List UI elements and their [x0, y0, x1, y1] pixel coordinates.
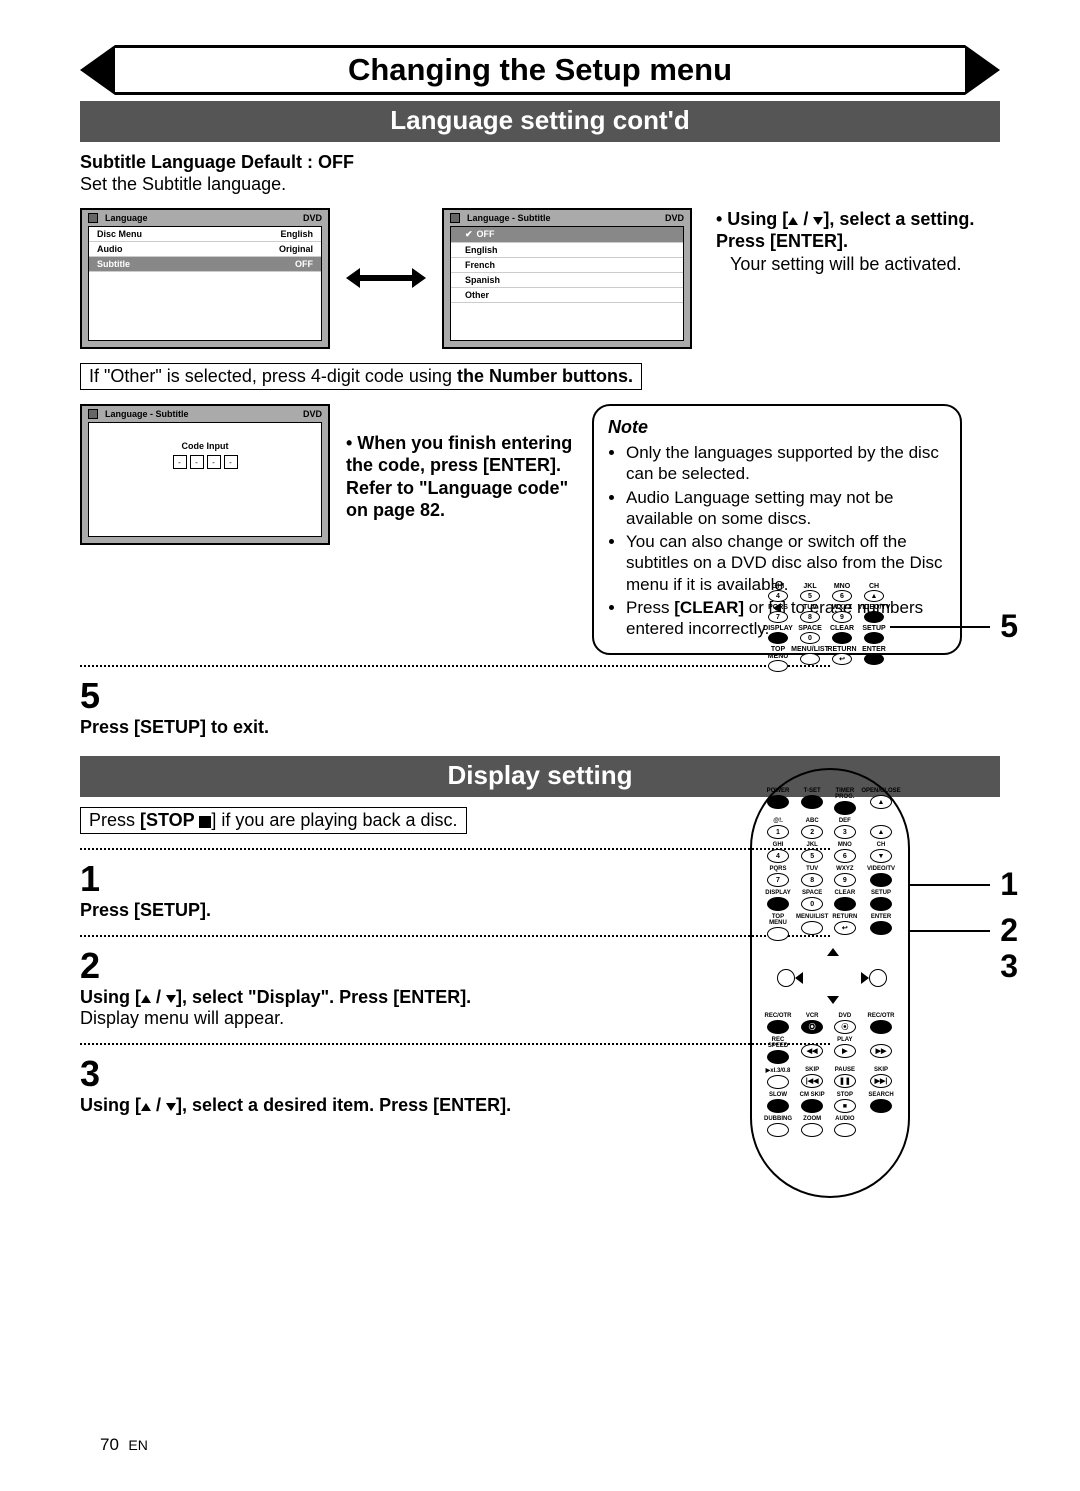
menu-icon: [450, 213, 460, 223]
osd-row: AudioOriginal: [89, 242, 321, 257]
title-banner: Changing the Setup menu: [80, 45, 1000, 95]
osd-row: Disc MenuEnglish: [89, 227, 321, 242]
osd-tag: DVD: [303, 213, 322, 223]
down-icon: [166, 1103, 176, 1111]
osd-opt: Other: [451, 288, 683, 303]
osd-opt: French: [451, 258, 683, 273]
callout-2: 2: [1000, 912, 1018, 949]
callout-3: 3: [1000, 948, 1018, 985]
stop-icon: [199, 816, 211, 828]
osd-subtitle-menu: Language - Subtitle DVD OFF English Fren…: [442, 208, 692, 349]
callout-line: [910, 884, 990, 886]
osd-tag: DVD: [665, 213, 684, 223]
remote-diagram: POWER T-SET TIMER PROG. OPEN/CLOSE▲ @!.1…: [750, 768, 910, 1198]
osd-title: Language - Subtitle: [467, 213, 551, 223]
osd-title: Language - Subtitle: [105, 409, 189, 419]
page-number: 70 EN: [100, 1435, 148, 1455]
osd-row-selected: SubtitleOFF: [89, 257, 321, 272]
down-icon: [813, 217, 823, 225]
up-icon: [788, 217, 798, 225]
code-input-boxes: ----: [99, 455, 311, 469]
step-5-num: 5: [80, 675, 1000, 717]
section-language: Language setting cont'd: [80, 101, 1000, 142]
code-input-label: Code Input: [99, 441, 311, 451]
callout-5: 5: [1000, 608, 1018, 645]
osd-tag: DVD: [303, 409, 322, 419]
banner-line: [115, 92, 965, 95]
note-title: Note: [608, 416, 946, 439]
double-arrow-icon: [346, 268, 426, 288]
divider: [80, 665, 830, 667]
banner-left-arrow: [80, 45, 115, 95]
osd-title: Language: [105, 213, 148, 223]
page-title: Changing the Setup menu: [80, 45, 1000, 95]
osd-opt: Spanish: [451, 273, 683, 288]
up-icon: [141, 995, 151, 1003]
dpad: [787, 948, 877, 1004]
boxed-stop-note: Press [STOP ] if you are playing back a …: [80, 807, 467, 834]
menu-icon: [88, 213, 98, 223]
instruction-select: • Using [ / ], select a setting. Press […: [716, 208, 1000, 253]
step-5-text: Press [SETUP] to exit.: [80, 717, 1000, 738]
osd-language-menu: Language DVD Disc MenuEnglish AudioOrigi…: [80, 208, 330, 349]
banner-right-arrow: [965, 45, 1000, 95]
code-instruction: • When you finish entering the code, pre…: [346, 404, 576, 522]
osd-opt: English: [451, 243, 683, 258]
divider: [80, 848, 830, 850]
instruction-activated: Your setting will be activated.: [730, 253, 1000, 276]
callout-line: [890, 626, 990, 628]
note-item: Only the languages supported by the disc…: [626, 442, 946, 485]
osd-opt-selected: OFF: [451, 227, 683, 243]
divider: [80, 935, 830, 937]
divider: [80, 1043, 830, 1045]
callout-1: 1: [1000, 866, 1018, 903]
down-icon: [166, 995, 176, 1003]
boxed-other-note: If "Other" is selected, press 4-digit co…: [80, 363, 642, 390]
callout-line: [910, 930, 990, 932]
banner-line: [115, 45, 965, 48]
subtitle-heading: Subtitle Language Default : OFF: [80, 152, 1000, 173]
subtitle-desc: Set the Subtitle language.: [80, 173, 1000, 196]
note-item: Audio Language setting may not be availa…: [626, 487, 946, 530]
up-icon: [141, 1103, 151, 1111]
keypad-diagram: GHI4 JKL5 MNO6 CH▲ PQRS7 TUV8 WXYZ9 VIDE…: [762, 580, 890, 675]
osd-code-input: Language - Subtitle DVD Code Input ----: [80, 404, 330, 545]
menu-icon: [88, 409, 98, 419]
